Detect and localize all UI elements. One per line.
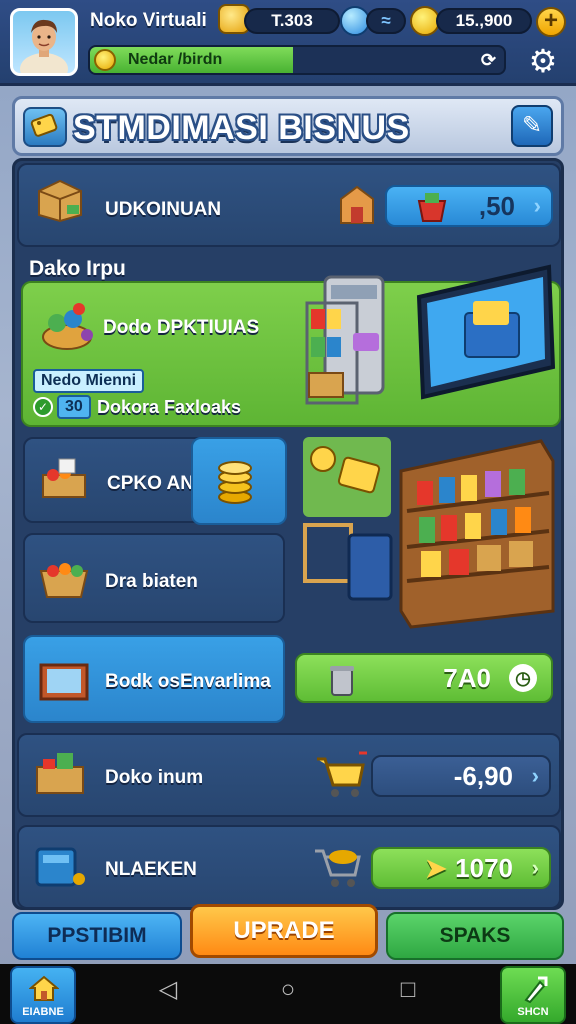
shop-tab-button[interactable]: SHCN	[500, 966, 566, 1024]
title-banner: STMDIMASI BISNUS ✎	[12, 96, 564, 156]
price-button[interactable]: 7A0 ◷	[295, 653, 553, 703]
fruit-crate-icon	[42, 458, 86, 498]
storage-crate-icon	[39, 663, 89, 701]
price-value: ,50	[478, 190, 515, 221]
coin-counter: 15.,900	[436, 8, 532, 34]
blue-cooler-icon	[35, 847, 85, 887]
gem-counter: ≈	[366, 8, 406, 34]
pencil-icon: ✎	[521, 112, 543, 139]
feature-tag-desc: Dokora Faxloaks	[97, 397, 242, 417]
upgrade-button[interactable]: UPRADE	[190, 904, 378, 958]
business-tag-icon	[23, 107, 67, 147]
list-item-toys[interactable]: Doko inum -6,90 ›	[17, 733, 561, 817]
left-action-label: PPSTIBIM	[47, 924, 147, 947]
cardboard-box-icon	[38, 179, 82, 223]
small-shop-icon	[340, 185, 374, 224]
gold-bars-counter: T.303	[244, 8, 340, 34]
player-avatar[interactable]	[10, 8, 78, 76]
lightning-icon: ➤	[425, 853, 447, 883]
edit-button[interactable]: ✎	[511, 105, 553, 147]
toy-box-icon	[36, 753, 84, 794]
tag-glyph-icon	[30, 113, 58, 137]
produce-basket-icon	[39, 563, 89, 598]
page-title: STMDIMASI BISNUS	[73, 109, 410, 147]
top-hud: Noko Virtuali T.303 ≈ 15.,900 + Nedar /b…	[0, 0, 576, 86]
item-label: NLAEKEN	[105, 859, 197, 880]
item-label: Doko inum	[105, 767, 204, 788]
add-currency-button[interactable]: +	[536, 7, 566, 37]
feature-tag-title: Nedo Mienni	[33, 369, 145, 393]
business-panel: UDKOINUAN ,50 › Dako Irpu Dodo DPKTIUIAS…	[12, 158, 564, 910]
tools-icon	[524, 976, 548, 1004]
item-label: Dra biaten	[105, 571, 198, 592]
home-tab-button[interactable]: EIABNE	[10, 966, 76, 1024]
right-action-label: SPAKS	[439, 924, 511, 947]
system-navigation-bar: EIABNE ◁ ○ □ SHCN	[0, 964, 576, 1024]
coin-stack-icon	[218, 461, 252, 504]
timer-icon: ◷	[509, 664, 537, 692]
item-label: CPKO AN	[107, 473, 194, 494]
price-button[interactable]: ➤ 1070 ›	[371, 847, 551, 889]
list-item-produce[interactable]: Dra biaten	[23, 533, 285, 623]
list-item-crate[interactable]: Bodk osEnvarlima	[23, 635, 285, 723]
price-value: 1070	[455, 852, 513, 883]
coin-value: 15.,900	[455, 11, 513, 30]
vending-rack-icon	[305, 275, 385, 405]
price-button[interactable]: ,50 ›	[385, 185, 553, 227]
coin-stack-button[interactable]	[191, 437, 287, 525]
home-tab-label: EIABNE	[22, 1006, 64, 1018]
feature-label: Dodo DPKTIUIAS	[103, 317, 260, 338]
price-button[interactable]: -6,90 ›	[371, 755, 551, 797]
feature-tag-value: 30	[57, 395, 91, 419]
shop-tab-label: SHCN	[517, 1006, 549, 1018]
monitor-display-icon	[416, 264, 556, 400]
right-action-button[interactable]: SPAKS	[386, 912, 564, 960]
progress-coin-icon	[94, 49, 116, 71]
item-label: Bodk osEnvarlima	[105, 671, 271, 692]
list-item-fruit[interactable]: CPKO AN	[23, 437, 287, 525]
home-circle-icon[interactable]: ○	[276, 978, 300, 1002]
avatar-portrait-icon	[20, 19, 68, 73]
check-icon: ✓	[33, 397, 53, 417]
level-progress-bar: Nedar /birdn ⟳	[88, 45, 506, 75]
store-shelf-illustration	[303, 437, 555, 629]
loaded-cart-icon	[315, 849, 361, 887]
price-value: 7A0	[443, 662, 491, 693]
featured-shop-card[interactable]: Dodo DPKTIUIAS Nedo Mienni ✓ 30 Dokora F…	[21, 264, 561, 427]
chevron-right-icon: ›	[533, 193, 541, 218]
shopping-cart-icon	[317, 751, 367, 797]
price-value: -6,90	[453, 760, 513, 791]
list-item-warehouse[interactable]: UDKOINUAN ,50 ›	[17, 163, 561, 247]
back-icon[interactable]: ◁	[156, 978, 180, 1002]
settings-gear-icon[interactable]: ⚙	[526, 44, 560, 78]
left-action-button[interactable]: PPSTIBIM	[12, 912, 182, 960]
gem-value: ≈	[381, 11, 391, 30]
trash-can-icon	[330, 666, 354, 696]
goods-bowl-icon	[42, 303, 93, 350]
section-title: Dako Irpu	[29, 257, 126, 280]
upgrade-label: UPRADE	[233, 917, 335, 944]
gold-bars-value: T.303	[271, 11, 313, 30]
list-item-cooler[interactable]: NLAEKEN ➤ 1070 ›	[17, 825, 561, 909]
add-currency-label: +	[543, 7, 558, 34]
basket-icon	[417, 193, 447, 222]
progress-reward-icon: ⟳	[480, 50, 496, 70]
chevron-right-icon: ›	[531, 855, 539, 880]
recents-icon[interactable]: □	[396, 978, 420, 1002]
player-name: Noko Virtuali	[90, 10, 207, 31]
item-label: UDKOINUAN	[105, 199, 222, 220]
house-icon	[29, 975, 59, 1001]
chevron-right-icon: ›	[531, 763, 539, 788]
progress-label: Nedar /birdn	[128, 51, 223, 68]
